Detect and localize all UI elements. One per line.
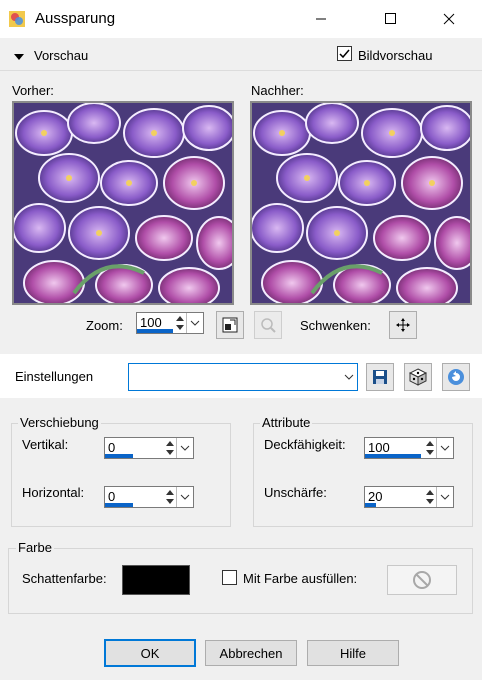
- opacity-value: 100: [368, 440, 390, 455]
- shadow-color-swatch[interactable]: [122, 565, 190, 595]
- blur-value: 20: [368, 489, 383, 504]
- vertical-level-bar: [105, 454, 133, 458]
- zoom-reset-button[interactable]: [254, 311, 282, 339]
- pan-label: Schwenken:: [300, 318, 371, 333]
- zoom-fit-icon: [222, 317, 238, 333]
- zoom-dropdown-button[interactable]: [186, 313, 203, 333]
- vertical-spin-arrows[interactable]: [163, 438, 177, 458]
- blur-dropdown-button[interactable]: [436, 487, 453, 507]
- vertical-dropdown-button[interactable]: [176, 438, 193, 458]
- horizontal-level-bar: [105, 503, 133, 507]
- color-group-label: Farbe: [16, 540, 54, 555]
- before-label: Vorher:: [12, 83, 54, 98]
- settings-combobox[interactable]: [128, 363, 358, 391]
- preview-section-label: Vorschau: [34, 48, 89, 63]
- title-bar: Aussparung: [0, 0, 482, 38]
- zoom-label: Zoom:: [86, 318, 123, 333]
- move-icon: [396, 318, 410, 332]
- ok-button[interactable]: OK: [104, 639, 196, 667]
- blur-spinbox[interactable]: 20: [364, 486, 454, 508]
- settings-label: Einstellungen: [15, 369, 94, 384]
- opacity-spinbox[interactable]: 100: [364, 437, 454, 459]
- vertical-label: Vertikal:: [22, 437, 69, 452]
- chevron-down-icon[interactable]: [341, 364, 357, 390]
- cancel-button[interactable]: Abbrechen: [205, 640, 297, 666]
- horizontal-value: 0: [108, 489, 116, 504]
- triangle-down-icon: [14, 54, 24, 60]
- close-button[interactable]: [426, 0, 472, 38]
- fill-color-label: Mit Farbe ausfüllen:: [243, 571, 358, 586]
- attributes-group-label: Attribute: [260, 415, 313, 430]
- zoom-value: 100: [140, 315, 162, 330]
- fill-color-swatch[interactable]: [387, 565, 457, 595]
- zoom-spinbox[interactable]: 100: [136, 312, 204, 334]
- horizontal-label: Horizontal:: [22, 485, 85, 500]
- divider: [0, 70, 482, 71]
- app-icon: [8, 10, 26, 28]
- horizontal-spinbox[interactable]: 0: [104, 486, 194, 508]
- magnifier-icon: [261, 318, 276, 333]
- opacity-label: Deckfähigkeit:: [264, 437, 346, 452]
- bildvorschau-label: Bildvorschau: [358, 48, 433, 63]
- shadow-color-label: Schattenfarbe:: [22, 571, 107, 586]
- maximize-button[interactable]: [368, 0, 414, 38]
- fill-color-checkbox[interactable]: [222, 570, 238, 586]
- opacity-dropdown-button[interactable]: [436, 438, 453, 458]
- zoom-spin-arrows[interactable]: [173, 313, 187, 333]
- opacity-level-bar: [365, 454, 421, 458]
- reset-icon: [448, 369, 464, 385]
- zoom-fit-button[interactable]: [216, 311, 244, 339]
- zoom-level-bar: [137, 329, 173, 333]
- horizontal-spin-arrows[interactable]: [163, 487, 177, 507]
- before-preview-image[interactable]: [12, 101, 234, 305]
- opacity-spin-arrows[interactable]: [423, 438, 437, 458]
- blur-spin-arrows[interactable]: [423, 487, 437, 507]
- reset-button[interactable]: [442, 363, 470, 391]
- pan-button[interactable]: [389, 311, 417, 339]
- no-color-icon: [413, 571, 431, 589]
- after-preview-image[interactable]: [250, 101, 472, 305]
- after-label: Nachher:: [251, 83, 304, 98]
- save-preset-button[interactable]: [366, 363, 394, 391]
- help-button[interactable]: Hilfe: [307, 640, 399, 666]
- floppy-disk-icon: [373, 370, 387, 384]
- randomize-button[interactable]: [404, 363, 432, 391]
- window-title: Aussparung: [35, 10, 116, 27]
- offset-group-label: Verschiebung: [18, 415, 101, 430]
- vertical-value: 0: [108, 440, 116, 455]
- minimize-button[interactable]: [298, 0, 344, 38]
- horizontal-dropdown-button[interactable]: [176, 487, 193, 507]
- blur-level-bar: [365, 503, 376, 507]
- bildvorschau-checkbox[interactable]: [337, 46, 355, 64]
- dice-icon: [409, 368, 427, 386]
- vertical-spinbox[interactable]: 0: [104, 437, 194, 459]
- blur-label: Unschärfe:: [264, 485, 327, 500]
